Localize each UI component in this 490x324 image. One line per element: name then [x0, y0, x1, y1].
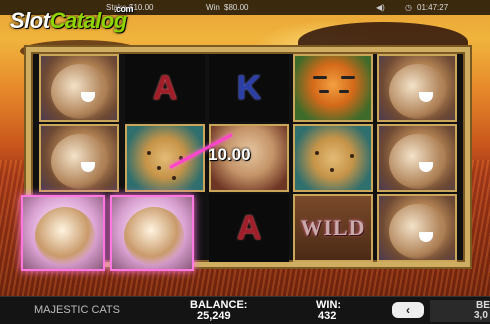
- win-label-top: Win: [206, 3, 220, 12]
- symbol-lion: [39, 54, 119, 122]
- win-value: 432: [318, 310, 337, 322]
- symbol-wild: WILD: [293, 194, 373, 262]
- clock-icon: ◷: [405, 3, 412, 12]
- bet-decrease-button[interactable]: ‹: [392, 302, 424, 318]
- winning-lion-symbol: [110, 195, 194, 271]
- symbol-k: K: [209, 54, 289, 122]
- bet-value: 3,0: [474, 310, 488, 321]
- symbol-lion: [377, 124, 457, 192]
- symbol-a: A: [209, 194, 289, 262]
- symbol-cheetah: [125, 124, 205, 192]
- watermark-slot: Slot: [10, 8, 50, 33]
- speaker-icon[interactable]: ◀): [376, 0, 385, 15]
- winning-lion-symbol: [21, 195, 105, 271]
- watermark-com: .com: [114, 4, 134, 14]
- bottom-bar: MAJESTIC CATS BALANCE: 25,249 WIN: 432 ‹…: [0, 296, 490, 324]
- symbol-cheetah: [293, 124, 373, 192]
- game-name: MAJESTIC CATS: [34, 304, 120, 316]
- clock-time: 01:47:27: [417, 3, 449, 12]
- bet-panel[interactable]: BE 3,0: [430, 300, 490, 322]
- balance-value: 25,249: [197, 310, 231, 322]
- symbol-lion: [377, 194, 457, 262]
- line-win-amount: 10.00: [208, 145, 251, 164]
- symbol-tiger: [293, 54, 373, 122]
- symbol-lion: [39, 124, 119, 192]
- symbol-lion: [377, 54, 457, 122]
- slotcatalog-watermark: SlotCatalog .com: [10, 4, 134, 34]
- symbol-a: A: [125, 54, 205, 122]
- win-value-top: $80.00: [224, 3, 249, 12]
